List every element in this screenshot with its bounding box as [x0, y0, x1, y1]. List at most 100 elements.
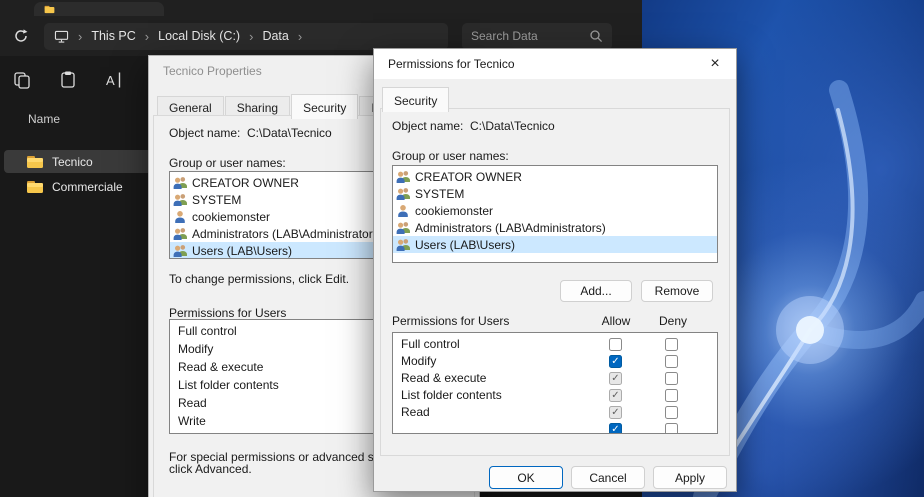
- folder-icon: [26, 155, 44, 169]
- search-placeholder: Search Data: [471, 29, 589, 43]
- screen: › This PC › Local Disk (C:) › Data › Sea…: [0, 0, 924, 497]
- deny-checkbox-write[interactable]: [665, 423, 678, 434]
- file-name: Commerciale: [52, 180, 123, 194]
- deny-checkbox-modify[interactable]: [665, 355, 678, 368]
- permissions-tabs: Security: [382, 87, 450, 112]
- chevron-right-icon: ›: [298, 30, 302, 43]
- group-name: CREATOR OWNER: [192, 176, 299, 190]
- group-name: Users (LAB\Users): [415, 238, 515, 252]
- permission-row-read: Read: [393, 404, 717, 421]
- breadcrumb[interactable]: › This PC › Local Disk (C:) › Data ›: [44, 23, 448, 50]
- permission-name: Read & execute: [401, 370, 486, 387]
- folder-icon: [44, 5, 55, 14]
- permissions-dialog: Permissions for Tecnico × Security Objec…: [373, 48, 737, 492]
- edit-hint: To change permissions, click Edit.: [169, 272, 349, 286]
- permission-row-list-folder-contents: List folder contents: [393, 387, 717, 404]
- breadcrumb-this-pc[interactable]: This PC: [91, 29, 135, 43]
- deny-checkbox-read-execute[interactable]: [665, 372, 678, 385]
- breadcrumb-local-disk-c[interactable]: Local Disk (C:): [158, 29, 240, 43]
- copy-button[interactable]: [6, 64, 38, 96]
- deny-checkbox-list-folder-contents[interactable]: [665, 389, 678, 402]
- group-list-item-administrators[interactable]: Administrators (LAB\Administrators): [393, 219, 717, 236]
- group-list: CREATOR OWNER SYSTEM cookiemonster Admin…: [392, 165, 718, 263]
- explorer-tab-strip: [0, 0, 642, 16]
- rename-icon: A: [104, 70, 124, 90]
- group-icon: [173, 176, 187, 189]
- chevron-right-icon: ›: [145, 30, 149, 43]
- group-icon: [173, 193, 187, 206]
- group-icon: [173, 244, 187, 257]
- file-name: Tecnico: [52, 155, 93, 169]
- folder-icon: [26, 180, 44, 194]
- refresh-button[interactable]: [6, 21, 36, 51]
- permissions-label: Permissions for Users: [392, 314, 509, 328]
- add-button[interactable]: Add...: [560, 280, 632, 302]
- group-name: SYSTEM: [192, 193, 241, 207]
- groups-label: Group or user names:: [392, 149, 509, 163]
- close-button[interactable]: ×: [700, 52, 730, 76]
- group-name: cookiemonster: [415, 204, 493, 218]
- allow-checkbox-list-folder-contents[interactable]: [609, 389, 622, 402]
- file-row-commerciale[interactable]: Commerciale: [4, 175, 156, 198]
- group-name: SYSTEM: [415, 187, 464, 201]
- allow-checkbox-read-execute[interactable]: [609, 372, 622, 385]
- explorer-tab[interactable]: [34, 2, 164, 16]
- permission-name: Full control: [401, 336, 460, 353]
- permissions-dialog-title: Permissions for Tecnico: [374, 49, 736, 79]
- user-icon: [173, 210, 187, 223]
- file-row-tecnico[interactable]: Tecnico: [4, 150, 156, 173]
- search-icon: [589, 29, 603, 43]
- object-name-label: Object name:: [392, 119, 463, 133]
- column-header-name[interactable]: Name: [28, 112, 60, 126]
- group-list-item-users[interactable]: Users (LAB\Users): [393, 236, 717, 253]
- advanced-hint-line2: click Advanced.: [169, 462, 252, 476]
- tab-security[interactable]: Security: [382, 87, 449, 112]
- breadcrumb-data[interactable]: Data: [262, 29, 288, 43]
- group-name: Users (LAB\Users): [192, 244, 292, 258]
- permission-name: List folder contents: [401, 387, 502, 404]
- user-icon: [396, 204, 410, 217]
- group-name: Administrators (LAB\Administrators): [192, 227, 383, 241]
- groups-label: Group or user names:: [169, 156, 286, 170]
- search-box[interactable]: Search Data: [462, 23, 612, 50]
- permissions-checkbox-list: Full control Modify Read & execute List …: [392, 332, 718, 434]
- group-list-item-cookiemonster[interactable]: cookiemonster: [393, 202, 717, 219]
- cancel-button[interactable]: Cancel: [571, 466, 645, 489]
- rename-button[interactable]: A: [98, 64, 130, 96]
- permission-row-modify: Modify: [393, 353, 717, 370]
- permission-row-read-execute: Read & execute: [393, 370, 717, 387]
- allow-checkbox-write[interactable]: [609, 423, 622, 434]
- ok-button[interactable]: OK: [489, 466, 563, 489]
- allow-checkbox-full-control[interactable]: [609, 338, 622, 351]
- copy-icon: [12, 70, 32, 90]
- paste-icon: [58, 70, 78, 90]
- permission-row-full-control: Full control: [393, 336, 717, 353]
- allow-checkbox-read[interactable]: [609, 406, 622, 419]
- refresh-icon: [13, 28, 29, 44]
- group-name: CREATOR OWNER: [415, 170, 522, 184]
- paste-button[interactable]: [52, 64, 84, 96]
- group-icon: [173, 227, 187, 240]
- allow-checkbox-modify[interactable]: [609, 355, 622, 368]
- remove-button[interactable]: Remove: [641, 280, 713, 302]
- allow-column-header: Allow: [596, 314, 636, 328]
- permission-name: Read: [401, 404, 430, 421]
- apply-button[interactable]: Apply: [653, 466, 727, 489]
- chevron-right-icon: ›: [78, 30, 82, 43]
- group-list-item-creator-owner[interactable]: CREATOR OWNER: [393, 168, 717, 185]
- group-name: Administrators (LAB\Administrators): [415, 221, 606, 235]
- group-icon: [396, 187, 410, 200]
- object-name-label: Object name:: [169, 126, 240, 140]
- this-pc-icon: [54, 30, 69, 43]
- object-name-value: C:\Data\Tecnico: [247, 126, 332, 140]
- permission-name: Modify: [401, 353, 436, 370]
- object-name-value: C:\Data\Tecnico: [470, 119, 555, 133]
- permissions-label: Permissions for Users: [169, 306, 286, 320]
- group-list-item-system[interactable]: SYSTEM: [393, 185, 717, 202]
- svg-text:A: A: [106, 73, 115, 88]
- deny-checkbox-full-control[interactable]: [665, 338, 678, 351]
- tab-security[interactable]: Security: [291, 94, 358, 119]
- group-name: cookiemonster: [192, 210, 270, 224]
- deny-checkbox-read[interactable]: [665, 406, 678, 419]
- deny-column-header: Deny: [653, 314, 693, 328]
